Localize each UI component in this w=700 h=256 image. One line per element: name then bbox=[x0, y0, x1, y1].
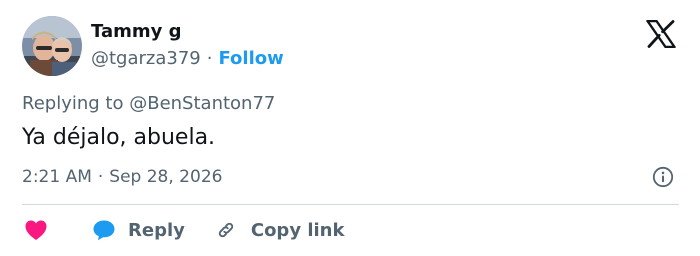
info-icon[interactable] bbox=[652, 166, 674, 188]
reply-label: Reply bbox=[128, 219, 185, 241]
avatar[interactable] bbox=[22, 16, 82, 76]
divider bbox=[22, 204, 679, 205]
like-button[interactable] bbox=[24, 219, 48, 241]
tweet-timestamp[interactable]: 2:21 AM · Sep 28, 2026 bbox=[22, 167, 222, 187]
tweet-card: Tammy g @tgarza379 · Follow Replying to @B… bbox=[0, 0, 700, 256]
timestamp-separator: · bbox=[97, 167, 104, 187]
replying-prefix: Replying to bbox=[22, 93, 124, 114]
reply-mention-link[interactable]: @BenStanton77 bbox=[129, 93, 275, 114]
tweet-time: 2:21 AM bbox=[22, 167, 92, 187]
copy-link-label: Copy link bbox=[250, 219, 345, 241]
tweet-date: Sep 28, 2026 bbox=[109, 167, 223, 187]
copy-link-button[interactable]: Copy link bbox=[215, 219, 345, 241]
link-icon bbox=[218, 222, 234, 238]
handle-separator: · bbox=[206, 48, 213, 69]
author-handle-row: @tgarza379 · Follow bbox=[91, 48, 284, 69]
heart-icon bbox=[25, 220, 47, 240]
replying-to: Replying to @BenStanton77 bbox=[22, 93, 275, 114]
x-logo-icon[interactable] bbox=[646, 19, 676, 49]
speech-bubble-icon bbox=[93, 220, 115, 241]
author-handle[interactable]: @tgarza379 bbox=[91, 48, 201, 69]
tweet-text: Ya déjalo, abuela. bbox=[22, 125, 216, 150]
display-name[interactable]: Tammy g bbox=[91, 21, 182, 42]
follow-button[interactable]: Follow bbox=[218, 48, 283, 69]
action-bar: Reply Copy link bbox=[24, 218, 344, 242]
reply-button[interactable]: Reply bbox=[92, 219, 185, 241]
